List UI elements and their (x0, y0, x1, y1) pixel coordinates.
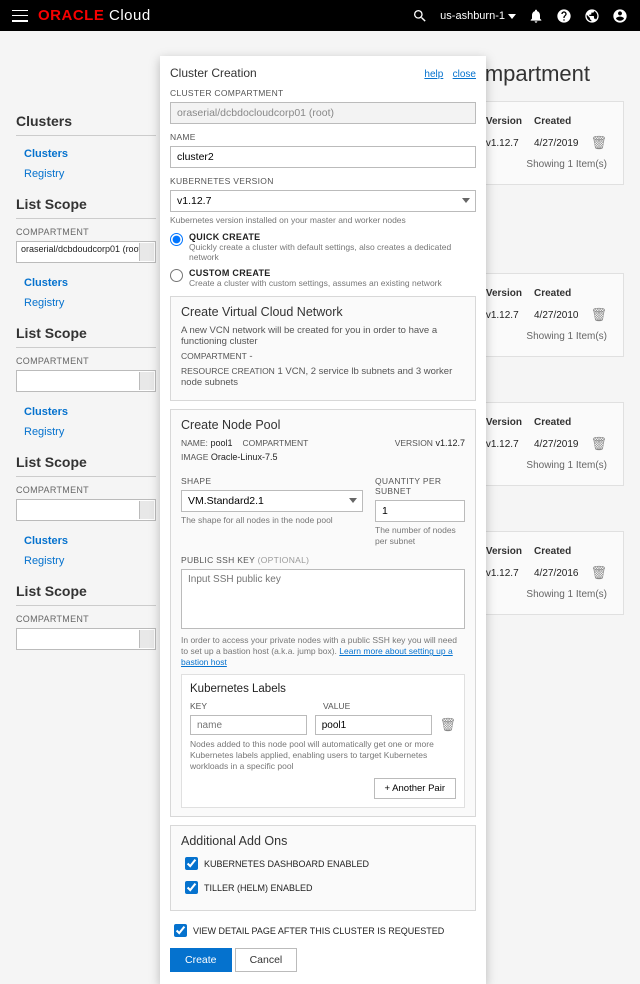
globe-icon[interactable] (584, 8, 600, 24)
cluster-compartment-label: CLUSTER COMPARTMENT (170, 88, 476, 98)
pool-section-title: Create Node Pool (181, 418, 465, 432)
compartment-select[interactable]: oraserial/dcbdoudcorp01 (root) (16, 241, 156, 263)
label-key-input[interactable] (190, 715, 307, 735)
cluster-name-input[interactable] (170, 146, 476, 168)
sidebar-item-clusters[interactable]: Clusters (16, 273, 156, 293)
chevron-down-icon (508, 14, 516, 19)
vcn-section-title: Create Virtual Cloud Network (181, 305, 465, 319)
cancel-button[interactable]: Cancel (235, 948, 298, 972)
delete-icon[interactable]: 🗑 (584, 432, 613, 456)
shape-select[interactable] (181, 490, 363, 512)
notifications-icon[interactable] (528, 8, 544, 24)
view-detail-checkbox[interactable] (174, 924, 187, 937)
col-created: Created (528, 112, 585, 131)
region-selector[interactable]: us-ashburn-1 (440, 10, 516, 22)
k8s-version-label: KUBERNETES VERSION (170, 176, 476, 186)
menu-icon[interactable] (12, 10, 28, 22)
compartment-label: COMPARTMENT (16, 227, 156, 237)
user-icon[interactable] (612, 8, 628, 24)
compartment-label: COMPARTMENT (16, 356, 156, 366)
k8s-labels-title: Kubernetes Labels (190, 683, 456, 695)
add-label-button[interactable]: + Another Pair (374, 778, 456, 799)
label-value-input[interactable] (315, 715, 432, 735)
section-heading: Clusters (16, 113, 156, 136)
cluster-creation-modal: Cluster Creation help close CLUSTER COMP… (160, 56, 486, 984)
k8s-version-hint: Kubernetes version installed on your mas… (170, 215, 476, 226)
sidebar-item-clusters[interactable]: Clusters (16, 144, 156, 164)
create-button[interactable]: Create (170, 948, 232, 972)
sidebar-item-clusters[interactable]: Clusters (16, 531, 156, 551)
list-scope-heading: List Scope (16, 454, 156, 477)
compartment-select[interactable] (16, 499, 156, 521)
sidebar-item-clusters[interactable]: Clusters (16, 402, 156, 422)
sidebar-item-registry[interactable]: Registry (16, 551, 156, 571)
cluster-compartment-input (170, 102, 476, 124)
list-scope-heading: List Scope (16, 325, 156, 348)
name-label: NAME (170, 132, 476, 142)
delete-icon[interactable]: 🗑 (584, 131, 613, 155)
brand-logo: ORACLE Cloud (38, 7, 151, 24)
chevron-down-icon (349, 498, 357, 503)
delete-label-icon[interactable]: 🗑 (440, 717, 457, 733)
ssh-key-textarea[interactable] (181, 569, 465, 629)
chevron-down-icon (462, 198, 470, 203)
k8s-version-select[interactable] (170, 190, 476, 212)
search-icon[interactable] (412, 8, 428, 24)
delete-icon[interactable]: 🗑 (584, 561, 613, 585)
compartment-label: COMPARTMENT (16, 614, 156, 624)
compartment-label: COMPARTMENT (16, 485, 156, 495)
col-version: Version (480, 112, 528, 131)
compartment-select[interactable] (16, 628, 156, 650)
dashboard-checkbox[interactable] (185, 857, 198, 870)
sidebar-item-registry[interactable]: Registry (16, 422, 156, 442)
quantity-input[interactable] (375, 500, 465, 522)
modal-title: Cluster Creation (170, 66, 257, 80)
compartment-select[interactable] (16, 370, 156, 392)
close-link[interactable]: close (453, 69, 476, 80)
help-link[interactable]: help (424, 69, 443, 80)
help-icon[interactable] (556, 8, 572, 24)
sidebar-item-registry[interactable]: Registry (16, 164, 156, 184)
addons-title: Additional Add Ons (181, 834, 465, 848)
tiller-checkbox[interactable] (185, 881, 198, 894)
list-scope-heading: List Scope (16, 196, 156, 219)
delete-icon[interactable]: 🗑 (584, 303, 613, 327)
sidebar-item-registry[interactable]: Registry (16, 293, 156, 313)
list-scope-heading: List Scope (16, 583, 156, 606)
custom-create-radio[interactable] (170, 269, 183, 282)
quick-create-radio[interactable] (170, 233, 183, 246)
